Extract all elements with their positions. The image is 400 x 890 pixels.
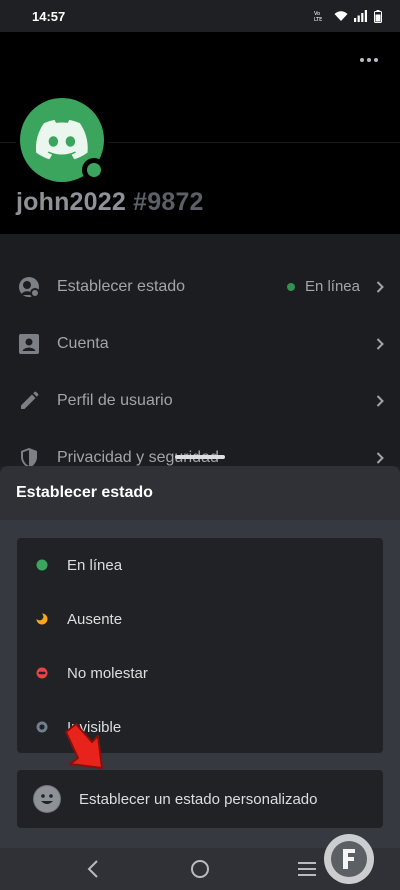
status-option-label: Ausente bbox=[67, 610, 123, 628]
volte-icon: Vo LTE bbox=[314, 11, 322, 22]
status-bar: 14:57 Vo LTE bbox=[0, 0, 400, 32]
drag-handle[interactable] bbox=[175, 455, 225, 459]
battery-icon bbox=[374, 9, 382, 23]
custom-status-button[interactable]: Establecer un estado personalizado bbox=[17, 770, 383, 828]
online-dot-icon bbox=[35, 558, 49, 572]
status-option-dnd[interactable]: No molestar bbox=[17, 646, 383, 700]
discord-logo-icon bbox=[36, 120, 88, 160]
invisible-icon bbox=[35, 720, 49, 734]
username-name: john2022 bbox=[16, 188, 126, 216]
status-option-online[interactable]: En línea bbox=[17, 538, 383, 592]
more-options-icon[interactable] bbox=[358, 52, 380, 68]
avatar[interactable] bbox=[16, 94, 108, 186]
status-time: 14:57 bbox=[32, 8, 66, 24]
svg-text:LTE: LTE bbox=[314, 17, 322, 22]
red-arrow-annotation bbox=[65, 723, 103, 769]
smiley-icon bbox=[33, 785, 61, 813]
profile-header: john2022 #9872 bbox=[0, 32, 400, 234]
signal-icon bbox=[354, 10, 367, 22]
idle-moon-icon bbox=[35, 612, 49, 626]
home-icon[interactable] bbox=[170, 848, 230, 890]
status-option-idle[interactable]: Ausente bbox=[17, 592, 383, 646]
username: john2022 #9872 bbox=[16, 188, 204, 217]
username-discriminator: #9872 bbox=[133, 188, 204, 216]
set-status-sheet: Establecer estado En línea Ausente No mo… bbox=[0, 466, 400, 848]
sheet-title: Establecer estado bbox=[16, 484, 153, 501]
status-options-card: En línea Ausente No molestar Invisible bbox=[17, 538, 383, 753]
custom-status-label: Establecer un estado personalizado bbox=[79, 790, 318, 808]
status-option-label: En línea bbox=[67, 556, 123, 574]
watermark-logo bbox=[324, 834, 374, 884]
dnd-icon bbox=[35, 666, 49, 680]
back-icon[interactable] bbox=[63, 848, 123, 890]
online-status-badge bbox=[82, 158, 106, 182]
status-option-label: No molestar bbox=[67, 664, 148, 682]
wifi-icon bbox=[334, 11, 348, 21]
status-icons: Vo LTE bbox=[314, 9, 382, 23]
dim-overlay[interactable] bbox=[0, 234, 400, 466]
